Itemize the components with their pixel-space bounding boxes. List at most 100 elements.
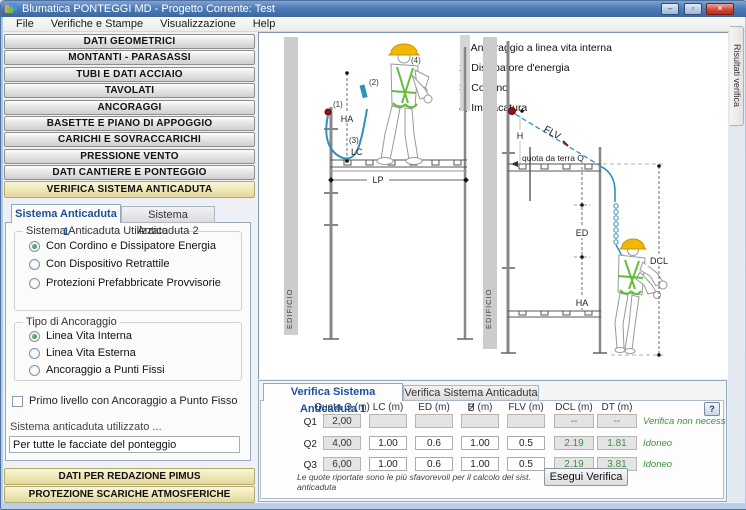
- worker-standing: [377, 44, 432, 165]
- tab-verifica-sistema-anticaduta-2[interactable]: Verifica Sistema Anticaduta 2: [403, 385, 539, 401]
- quota-label: quota da terra Q: [522, 153, 584, 163]
- sidebar-button-tavolati[interactable]: TAVOLATI: [4, 83, 255, 98]
- radio-linea-vita-esterna[interactable]: Linea Vita Esterna: [29, 347, 136, 359]
- cell-q3-h[interactable]: 1.00: [461, 457, 499, 471]
- cell-q2-quota: 4,00: [323, 436, 361, 450]
- lp-dimension: LP: [328, 174, 469, 185]
- cell-q3-ed[interactable]: 0.6: [415, 457, 453, 471]
- cell-q2-h[interactable]: 1.00: [461, 436, 499, 450]
- menu-visualizzazione[interactable]: Visualizzazione: [160, 18, 236, 30]
- dcl-label: DCL: [650, 256, 668, 266]
- anchor-point: [325, 109, 331, 115]
- button-dati-redazione-pimus[interactable]: DATI PER REDAZIONE PIMUS: [4, 468, 255, 485]
- radio-con-cordino[interactable]: Con Cordino e Dissipatore Energia: [29, 240, 216, 252]
- tab-verifica-sistema-anticaduta-1[interactable]: Verifica Sistema Anticaduta 1: [263, 383, 403, 401]
- title-bar[interactable]: Blumatica PONTEGGI MD - Progetto Corrent…: [1, 1, 746, 17]
- cell-q3-quota: 6,00: [323, 457, 361, 471]
- lc-label: LC: [351, 147, 363, 157]
- app-icon: [5, 3, 17, 15]
- sidebar-button-pressione-vento[interactable]: PRESSIONE VENTO: [4, 149, 255, 164]
- esegui-verifica-button[interactable]: Esegui Verifica: [544, 468, 628, 486]
- row-label-q3: Q3: [293, 460, 317, 471]
- radio-linea-vita-interna[interactable]: Linea Vita Interna: [29, 330, 132, 342]
- label-1: (1): [333, 100, 343, 109]
- cell-q3-lc[interactable]: 1.00: [369, 457, 407, 471]
- sistema-anticaduta-input[interactable]: [9, 436, 240, 453]
- sidebar-button-dati-geometrici[interactable]: DATI GEOMETRICI: [4, 34, 255, 49]
- menu-help[interactable]: Help: [253, 18, 276, 30]
- anchor-point: [509, 108, 516, 115]
- tab-sistema-anticaduta-1[interactable]: Sistema Anticaduta 1: [11, 204, 121, 223]
- cell-q2-dt: 1.81: [597, 436, 637, 450]
- flv-label: FLV: [542, 124, 563, 142]
- sidebar-button-tubi-e-dati-acciaio[interactable]: TUBI E DATI ACCIAIO: [4, 67, 255, 82]
- sidebar-button-dati-cantiere[interactable]: DATI CANTIERE E PONTEGGIO: [4, 165, 255, 180]
- radio-ancoraggio-punti-fissi[interactable]: Ancoraggio a Punti Fissi: [29, 364, 165, 376]
- radio-icon: [29, 259, 40, 270]
- window-title: Blumatica PONTEGGI MD - Progetto Corrent…: [22, 3, 275, 15]
- tab-risultati-verifica[interactable]: Risultati verifica: [730, 26, 744, 126]
- ha-left-label: HA: [341, 114, 354, 124]
- results-note: Le quote riportate sono le più sfavorevo…: [297, 472, 543, 492]
- group-title: Tipo di Ancoraggio: [23, 316, 120, 328]
- cell-q1-h: [461, 414, 499, 428]
- energy-dissipator: [360, 84, 368, 98]
- minimize-button[interactable]: –: [661, 3, 679, 15]
- label-4: (4): [411, 56, 421, 65]
- application-window: Blumatica PONTEGGI MD - Progetto Corrent…: [0, 0, 746, 510]
- platform-deck: [330, 160, 467, 171]
- cell-q1-dcl: --: [554, 414, 594, 428]
- menu-verifiche-e-stampe[interactable]: Verifiche e Stampe: [51, 18, 143, 30]
- quota-arrow: [511, 161, 518, 167]
- left-scaffold-drawing: EDIFICIO HA: [284, 35, 473, 339]
- edificio-label-left: EDIFICIO: [285, 288, 294, 329]
- row-label-q2: Q2: [293, 439, 317, 450]
- status-q3: Idoneo: [643, 459, 725, 471]
- cell-q1-ed: [415, 414, 453, 428]
- cell-q2-flv[interactable]: 0.5: [507, 436, 545, 450]
- checkbox-primo-livello[interactable]: [12, 396, 23, 407]
- label-3: (3): [349, 136, 359, 145]
- edificio-label-right: EDIFICIO: [484, 288, 493, 329]
- sidebar-button-montanti-parasassi[interactable]: MONTANTI - PARASASSI: [4, 50, 255, 65]
- ed-label: ED: [576, 228, 589, 238]
- deployed-lanyard: [600, 166, 615, 202]
- sidebar-button-ancoraggi[interactable]: ANCORAGGI: [4, 100, 255, 115]
- sidebar-button-carichi[interactable]: CARICHI E SOVRACCARICHI: [4, 132, 255, 147]
- column-header-dt: DT (m): [587, 402, 647, 412]
- maximize-button[interactable]: ▫: [684, 3, 702, 15]
- label-2: (2): [369, 78, 379, 87]
- right-scaffold-drawing: EDIFICIO H: [483, 37, 673, 357]
- cell-q2-dcl: 2.19: [554, 436, 594, 450]
- checkbox-label: Primo livello con Ancoraggio a Punto Fis…: [29, 395, 238, 407]
- sidebar-button-verifica-sistema-anticaduta[interactable]: VERIFICA SISTEMA ANTICADUTA: [4, 181, 255, 198]
- radio-protezioni-prefabbricate[interactable]: Protezioni Prefabbricate Provvisorie: [29, 277, 221, 289]
- cell-q1-lc: [369, 414, 407, 428]
- field-label: Sistema anticaduta utilizzato ...: [10, 421, 162, 433]
- lower-platform: [508, 311, 601, 317]
- cell-q1-dt: --: [597, 414, 637, 428]
- legend-line-2: 2) Dissipatore d'energia: [459, 62, 570, 74]
- cell-q2-ed[interactable]: 0.6: [415, 436, 453, 450]
- button-protezione-scariche-atmosferiche[interactable]: PROTEZIONE SCARICHE ATMOSFERICHE: [4, 486, 255, 503]
- menu-bar: File Verifiche e Stampe Visualizzazione …: [3, 17, 745, 32]
- scaffold-diagram: 1) Ancoraggio a linea vita interna 2) Di…: [259, 33, 728, 379]
- tab-sistema-anticaduta-2[interactable]: Sistema Anticaduta 2: [121, 206, 215, 223]
- help-button[interactable]: ?: [704, 402, 720, 416]
- cell-q3-flv[interactable]: 0.5: [507, 457, 545, 471]
- helmet: [389, 44, 419, 55]
- menu-file[interactable]: File: [16, 18, 34, 30]
- scaffold-diagram-canvas: 1) Ancoraggio a linea vita interna 2) Di…: [258, 32, 728, 379]
- legend: 1) Ancoraggio a linea vita interna 2) Di…: [459, 42, 612, 114]
- helmet: [620, 239, 646, 249]
- sidebar-button-basette[interactable]: BASETTE E PIANO DI APPOGGIO: [4, 116, 255, 131]
- close-button[interactable]: ✕: [706, 3, 734, 15]
- radio-icon: [29, 348, 40, 359]
- row-label-q1: Q1: [293, 417, 317, 428]
- status-q1: Verifica non necessa: [643, 416, 725, 428]
- cell-q2-lc[interactable]: 1.00: [369, 436, 407, 450]
- radio-dispositivo-retrattile[interactable]: Con Dispositivo Retrattile: [29, 258, 170, 270]
- radio-icon: [29, 278, 40, 289]
- deployed-dissipator-chain: [614, 204, 625, 261]
- radio-icon: [29, 365, 40, 376]
